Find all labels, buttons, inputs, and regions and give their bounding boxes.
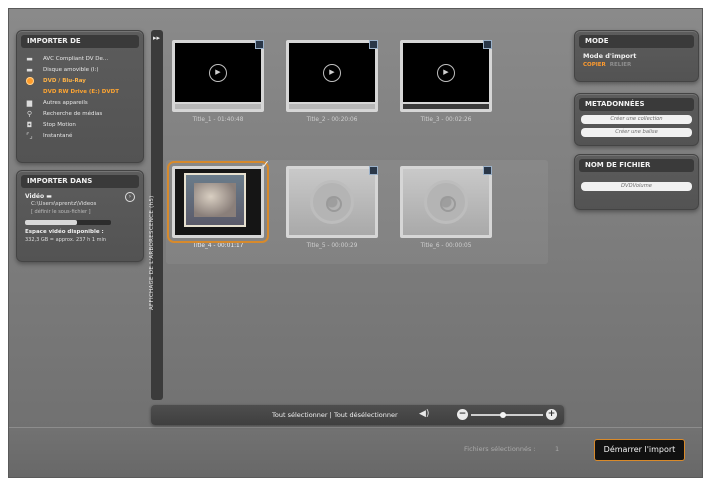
import-from-panel: IMPORTER DE ▬ AVC Compliant DV De... ▬ D…: [16, 30, 144, 163]
play-icon: ▶: [209, 64, 227, 82]
subfolder-hint[interactable]: [ définir le sous-fichier ]: [31, 209, 91, 215]
metadata-panel: METADONNÉES Créer une collection Créer u…: [574, 93, 699, 146]
destination-path: C:\Users\sprentz\Videos: [31, 201, 97, 207]
metadata-header: METADONNÉES: [579, 98, 694, 111]
space-bar-fill: [25, 220, 77, 225]
clip-label: Title_6 - 00:00:05: [420, 243, 472, 249]
source-item-avc[interactable]: ▬ AVC Compliant DV De...: [17, 53, 143, 64]
clip-thumbnail[interactable]: [286, 166, 378, 238]
clip-checkbox[interactable]: [483, 166, 492, 175]
source-label: DVD RW Drive (E:) DVDT: [43, 88, 119, 95]
speaker-icon[interactable]: ◀): [419, 409, 429, 419]
select-all-link[interactable]: Tout sélectionner: [272, 411, 328, 419]
disc-icon: [424, 180, 468, 224]
source-label: DVD / Blu-Ray: [43, 77, 86, 84]
space-bar: [25, 220, 111, 225]
deselect-all-link[interactable]: Tout désélectionner: [334, 411, 398, 419]
filename-header: NOM DE FICHIER: [579, 159, 694, 172]
folder-icon: ▬: [46, 193, 52, 200]
disc-icon: [310, 180, 354, 224]
clip-thumbnail[interactable]: [400, 166, 492, 238]
separator: |: [329, 411, 332, 419]
source-label: AVC Compliant DV De...: [43, 55, 109, 62]
zoom-out-button[interactable]: −: [457, 409, 468, 420]
clip-item[interactable]: ▶ Title_2 - 00:20:06: [282, 40, 382, 123]
browse-arrow-icon[interactable]: ›: [125, 192, 135, 202]
selected-files-count: 1: [555, 445, 560, 453]
clip-thumbnail[interactable]: ▶: [172, 40, 264, 112]
space-value: 332,3 GB = approx. 237 h 1 min: [25, 237, 107, 243]
import-from-header: IMPORTER DE: [21, 35, 139, 48]
import-to-header: IMPORTER DANS: [21, 175, 139, 188]
video-label: Vidéo ▬: [25, 193, 52, 200]
link-option[interactable]: RELIER: [610, 62, 632, 68]
clip-checkbox[interactable]: [369, 166, 378, 175]
removable-disk-icon: ▬: [26, 65, 33, 74]
mode-header: MODE: [579, 35, 694, 48]
clip-item[interactable]: Title_5 - 00:00:29: [282, 166, 382, 249]
copy-option[interactable]: COPIER: [583, 62, 606, 68]
clip-item[interactable]: ▶ Title_1 - 01:40:48: [168, 40, 268, 123]
source-label: Autres appareils: [43, 99, 88, 106]
source-item-dvd[interactable]: DVD / Blu-Ray: [17, 75, 143, 86]
source-label: Instantané: [43, 132, 73, 139]
clip-thumbnail[interactable]: ▶: [286, 40, 378, 112]
source-item-stop-motion[interactable]: ◘ Stop Motion: [17, 119, 143, 130]
clip-label: Title_5 - 00:00:29: [306, 243, 358, 249]
clip-item-selected[interactable]: ✓ Title_4 - 00:01:17: [167, 158, 270, 249]
import-to-panel: IMPORTER DANS Vidéo ▬ › C:\Users\sprentz…: [16, 170, 144, 262]
checkmark-icon[interactable]: ✓: [261, 158, 270, 171]
clip-checkbox[interactable]: [369, 40, 378, 49]
clip-label: Title_2 - 00:20:06: [306, 117, 358, 123]
clip-label: Title_3 - 00:02:26: [420, 117, 472, 123]
clip-item[interactable]: ▶ Title_3 - 00:02:26: [396, 40, 496, 123]
source-item-dvd-drive[interactable]: DVD RW Drive (E:) DVDT: [17, 86, 143, 97]
clip-label: Title_4 - 00:01:17: [192, 243, 244, 249]
clip-label: Title_1 - 01:40:48: [192, 117, 244, 123]
filename-panel: NOM DE FICHIER DVDVolume: [574, 154, 699, 210]
source-item-removable[interactable]: ▬ Disque amovible (I:): [17, 64, 143, 75]
source-label: Disque amovible (I:): [43, 66, 99, 73]
snapshot-icon: ⌜⌟: [26, 131, 33, 140]
clip-preview-image: [184, 173, 246, 227]
source-item-other-devices[interactable]: ▆ Autres appareils: [17, 97, 143, 108]
import-mode-options: COPIER RELIER: [575, 62, 698, 68]
source-item-media-search[interactable]: ⚲ Recherche de médias: [17, 108, 143, 119]
source-label: Recherche de médias: [43, 110, 103, 117]
play-icon: ▶: [323, 64, 341, 82]
expand-arrow-icon[interactable]: ▸▸: [153, 34, 160, 42]
start-import-button[interactable]: Démarrer l'import: [594, 439, 685, 461]
folder-icon: ▬: [26, 54, 33, 63]
clip-browser: ▶ Title_1 - 01:40:48 ▶ Title_2 - 00:20:0…: [166, 34, 548, 266]
tree-view-rail[interactable]: ▸▸ AFFICHAGE DE L'ARBORESCENCE (h5): [149, 30, 163, 400]
tree-view-label: AFFICHAGE DE L'ARBORESCENCE (h5): [149, 195, 155, 310]
clip-checkbox[interactable]: [255, 40, 264, 49]
clip-checkbox[interactable]: [483, 40, 492, 49]
selected-files-label: Fichiers sélectionnés :: [464, 445, 536, 453]
zoom-slider-knob[interactable]: [500, 412, 507, 418]
stop-motion-icon: ◘: [26, 120, 33, 129]
import-mode-label: Mode d'import: [583, 52, 637, 60]
clip-thumbnail[interactable]: ▶: [400, 40, 492, 112]
tag-field[interactable]: Créer une balise: [581, 128, 692, 137]
selection-links: Tout sélectionner | Tout désélectionner: [272, 411, 398, 419]
mode-panel: MODE Mode d'import COPIER RELIER: [574, 30, 699, 82]
disc-icon: [25, 76, 34, 85]
filename-field[interactable]: DVDVolume: [581, 182, 692, 191]
source-label: Stop Motion: [43, 121, 76, 128]
selection-toolbar: Tout sélectionner | Tout désélectionner …: [151, 405, 564, 425]
collection-field[interactable]: Créer une collection: [581, 115, 692, 124]
play-icon: ▶: [437, 64, 455, 82]
clip-item[interactable]: Title_6 - 00:00:05: [396, 166, 496, 249]
devices-icon: ▆: [26, 98, 33, 107]
source-item-snapshot[interactable]: ⌜⌟ Instantané: [17, 130, 143, 141]
zoom-slider[interactable]: [471, 412, 543, 418]
search-icon: ⚲: [26, 109, 33, 118]
source-list: ▬ AVC Compliant DV De... ▬ Disque amovib…: [17, 53, 143, 141]
zoom-in-button[interactable]: +: [546, 409, 557, 420]
space-label: Espace vidéo disponible :: [25, 229, 104, 235]
clip-thumbnail[interactable]: ✓: [167, 158, 270, 243]
